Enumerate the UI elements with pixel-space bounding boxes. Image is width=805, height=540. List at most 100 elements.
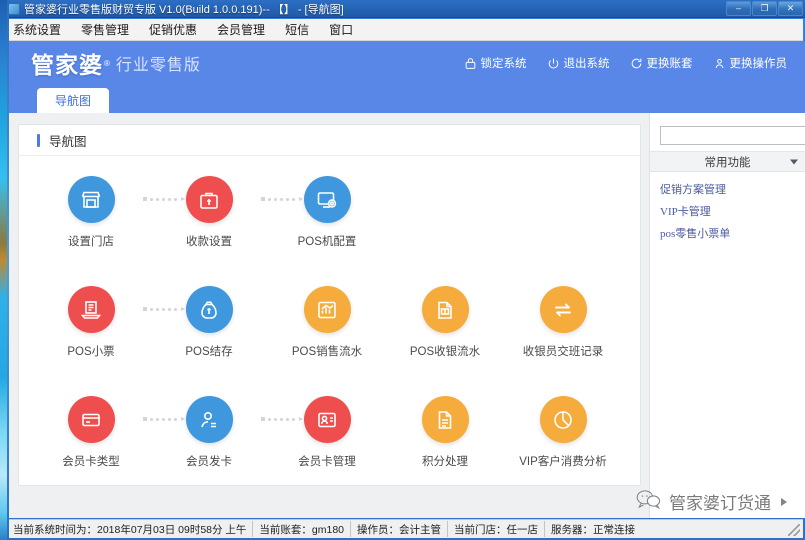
window-left-border [7, 0, 9, 540]
nav-node-pos-config[interactable]: POS机配置 [279, 176, 375, 249]
app-icon [8, 2, 20, 15]
app-header: 管家婆 ® 行业零售版 锁定系统 退出系统 更换账套 更换操作员 [9, 41, 805, 85]
power-icon [547, 57, 560, 70]
nav-node-points-processing[interactable]: 积分处理 [397, 396, 493, 469]
user-icon [713, 57, 726, 70]
minimize-button[interactable]: – [726, 1, 751, 16]
nav-node-member-card-management[interactable]: 会员卡管理 [279, 396, 375, 469]
window-title: 管家婆行业零售版财贸专版 V1.0(Build 1.0.0.191)-- 【】 … [24, 3, 344, 16]
receipt-icon[interactable] [67, 286, 115, 333]
chevron-down-icon[interactable] [790, 159, 798, 164]
cashbox-icon[interactable] [185, 176, 233, 223]
tab-strip: 导航图 [9, 85, 805, 113]
nav-row: 设置门店 收款设置 POS机配置 [19, 164, 640, 274]
menu-item-retail-management[interactable]: 零售管理 [78, 19, 132, 40]
nav-node-shift-record[interactable]: 收银员交班记录 [515, 286, 611, 359]
nav-node-pos-receipt[interactable]: POS小票 [43, 286, 139, 359]
pie-chart-icon[interactable] [539, 396, 587, 443]
menu-item-sms[interactable]: 短信 [282, 19, 312, 40]
maximize-button[interactable]: ❐ [752, 1, 777, 16]
nav-node-member-issue-card[interactable]: 会员发卡 [161, 396, 257, 469]
exit-system-button[interactable]: 退出系统 [547, 55, 610, 71]
nav-node-label: POS机配置 [297, 236, 357, 248]
lock-system-button[interactable]: 锁定系统 [464, 55, 527, 71]
nav-node-label: 收银员交班记录 [522, 346, 604, 358]
sidebar-panel-title: 常用功能 [704, 156, 751, 169]
close-button[interactable]: ✕ [778, 1, 803, 16]
sidebar-link-vip-card[interactable]: VIP卡管理 [660, 203, 805, 219]
nav-node-label: 收款设置 [186, 236, 232, 248]
status-account-set: 当前账套：gm180 [253, 521, 352, 537]
sidebar-panel-header[interactable]: 常用功能 [650, 151, 805, 172]
switch-operator-button[interactable]: 更换操作员 [713, 55, 788, 71]
nav-node-payment-settings[interactable]: 收款设置 [161, 176, 257, 249]
logo-secondary-text: 行业零售版 [115, 57, 201, 74]
logo-registered-mark: ® [104, 58, 110, 68]
sidebar-link-pos-retail-receipt[interactable]: pos零售小票单 [660, 225, 805, 241]
switch-operator-label: 更换操作员 [729, 58, 788, 70]
resize-grip[interactable] [788, 524, 800, 536]
watermark-text: 管家婆订货通 [669, 494, 771, 513]
title-accent-bar [37, 133, 40, 147]
watermark: 管家婆订货通 [636, 488, 787, 515]
nav-node-label: 设置门店 [68, 236, 114, 248]
status-system-time: 当前系统时间为：2018年07月03日 09时58分 上午 [6, 521, 254, 537]
id-card-icon[interactable] [303, 396, 351, 443]
exchange-icon[interactable] [539, 286, 587, 333]
navigation-card: 导航图 设置门店 收款设置 POS机配置 POS小票 POS结存 POS销售流水… [18, 124, 641, 486]
nav-node-label: 会员卡管理 [298, 456, 356, 468]
logo-primary-text: 管家婆 [31, 52, 103, 78]
menu-bar: 系统设置 零售管理 促销优惠 会员管理 短信 窗口 [2, 19, 803, 41]
nav-node-label: 会员卡类型 [62, 456, 120, 468]
window-controls: – ❐ ✕ [726, 1, 805, 16]
nav-node-vip-analysis[interactable]: VIP客户消费分析 [515, 396, 611, 469]
nav-node-label: POS结存 [185, 346, 233, 358]
nav-row: 会员卡类型 会员发卡 会员卡管理 积分处理 VIP客户消费分析 [19, 384, 640, 494]
nav-node-member-card-type[interactable]: 会员卡类型 [43, 396, 139, 469]
content-area: 导航图 设置门店 收款设置 POS机配置 POS小票 POS结存 POS销售流水… [9, 113, 805, 518]
sidebar-links: 促销方案管理 VIP卡管理 pos零售小票单 [650, 172, 805, 241]
play-caret-icon [781, 497, 787, 506]
moneybag-icon[interactable] [185, 286, 233, 333]
chart-icon[interactable] [303, 286, 351, 333]
window-left-edge-artifact [0, 0, 7, 540]
navigation-grid: 设置门店 收款设置 POS机配置 POS小票 POS结存 POS销售流水 POS… [19, 156, 640, 494]
nav-node-set-store[interactable]: 设置门店 [43, 176, 139, 249]
sidebar-link-promotion-plan[interactable]: 促销方案管理 [660, 181, 805, 197]
nav-node-pos-cashier-flow[interactable]: POS收银流水 [397, 286, 493, 359]
menu-item-member-management[interactable]: 会员管理 [214, 19, 268, 40]
nav-node-label: 会员发卡 [186, 456, 232, 468]
switch-account-set-button[interactable]: 更换账套 [630, 55, 693, 71]
nav-node-label: POS收银流水 [409, 346, 481, 358]
nav-row: POS小票 POS结存 POS销售流水 POS收银流水 收银员交班记录 [19, 274, 640, 384]
sidebar-search-row [650, 119, 805, 151]
application-window: 管家婆行业零售版财贸专版 V1.0(Build 1.0.0.191)-- 【】 … [0, 0, 805, 540]
status-current-store: 当前门店：任一店 [448, 521, 546, 537]
nav-node-pos-sales-flow[interactable]: POS销售流水 [279, 286, 375, 359]
menu-item-promotions[interactable]: 促销优惠 [146, 19, 200, 40]
lock-icon [464, 57, 477, 70]
card-icon[interactable] [67, 396, 115, 443]
switch-account-set-label: 更换账套 [646, 58, 693, 70]
cash-doc-icon[interactable] [421, 286, 469, 333]
card-title-label: 导航图 [49, 134, 87, 149]
store-icon[interactable] [67, 176, 115, 223]
status-operator: 操作员：会计主管 [351, 521, 449, 537]
tab-navigation-map[interactable]: 导航图 [37, 88, 109, 113]
monitor-gear-icon[interactable] [303, 176, 351, 223]
nav-node-pos-balance[interactable]: POS结存 [161, 286, 257, 359]
menu-item-system-settings[interactable]: 系统设置 [10, 19, 64, 40]
document-icon[interactable] [421, 396, 469, 443]
exit-system-label: 退出系统 [563, 58, 610, 70]
nav-node-label: POS小票 [67, 346, 115, 358]
brand-logo: 管家婆 ® 行业零售版 [31, 46, 201, 80]
chat-bubble-icon [636, 488, 662, 515]
card-header: 导航图 [19, 125, 640, 156]
title-bar: 管家婆行业零售版财贸专版 V1.0(Build 1.0.0.191)-- 【】 … [0, 0, 805, 18]
menu-item-window[interactable]: 窗口 [326, 19, 356, 40]
header-actions: 锁定系统 退出系统 更换账套 更换操作员 [464, 55, 788, 71]
search-input[interactable] [660, 125, 805, 145]
user-card-icon[interactable] [185, 396, 233, 443]
nav-node-label: VIP客户消费分析 [519, 456, 607, 468]
status-bar: 当前系统时间为：2018年07月03日 09时58分 上午 当前账套：gm180… [2, 519, 803, 538]
